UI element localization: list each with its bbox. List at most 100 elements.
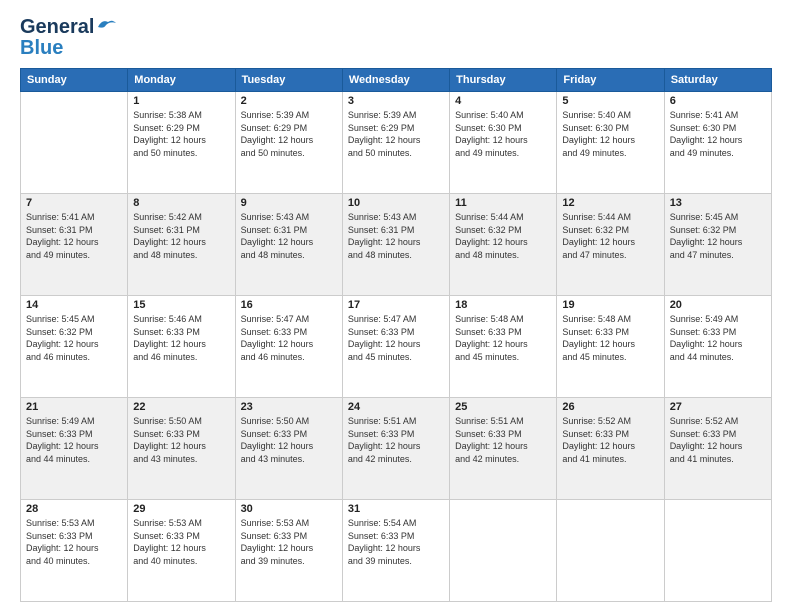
day-info: Sunrise: 5:41 AM Sunset: 6:30 PM Dayligh… — [670, 109, 766, 159]
day-number: 26 — [562, 401, 658, 413]
calendar-table: SundayMondayTuesdayWednesdayThursdayFrid… — [20, 68, 772, 602]
day-info: Sunrise: 5:53 AM Sunset: 6:33 PM Dayligh… — [241, 517, 337, 567]
calendar-cell: 24 Sunrise: 5:51 AM Sunset: 6:33 PM Dayli… — [342, 398, 449, 500]
day-info: Sunrise: 5:50 AM Sunset: 6:33 PM Dayligh… — [241, 415, 337, 465]
day-info: Sunrise: 5:49 AM Sunset: 6:33 PM Dayligh… — [670, 313, 766, 363]
calendar-week-row: 14 Sunrise: 5:45 AM Sunset: 6:32 PM Dayli… — [21, 296, 772, 398]
day-number: 11 — [455, 197, 551, 209]
calendar-cell: 29 Sunrise: 5:53 AM Sunset: 6:33 PM Dayli… — [128, 500, 235, 602]
day-number: 8 — [133, 197, 229, 209]
day-number: 5 — [562, 95, 658, 107]
day-number: 29 — [133, 503, 229, 515]
day-info: Sunrise: 5:38 AM Sunset: 6:29 PM Dayligh… — [133, 109, 229, 159]
day-number: 15 — [133, 299, 229, 311]
day-info: Sunrise: 5:42 AM Sunset: 6:31 PM Dayligh… — [133, 211, 229, 261]
calendar-cell: 3 Sunrise: 5:39 AM Sunset: 6:29 PM Daylig… — [342, 92, 449, 194]
calendar-cell: 16 Sunrise: 5:47 AM Sunset: 6:33 PM Dayli… — [235, 296, 342, 398]
day-info: Sunrise: 5:45 AM Sunset: 6:32 PM Dayligh… — [26, 313, 122, 363]
day-info: Sunrise: 5:48 AM Sunset: 6:33 PM Dayligh… — [455, 313, 551, 363]
weekday-header-friday: Friday — [557, 69, 664, 92]
day-info: Sunrise: 5:51 AM Sunset: 6:33 PM Dayligh… — [455, 415, 551, 465]
calendar-cell: 5Sunrise: 5:40 AM Sunset: 6:30 PM Daylig… — [557, 92, 664, 194]
calendar-cell: 18 Sunrise: 5:48 AM Sunset: 6:33 PM Dayli… — [450, 296, 557, 398]
logo-bird-icon — [96, 17, 118, 35]
day-info: Sunrise: 5:45 AM Sunset: 6:32 PM Dayligh… — [670, 211, 766, 261]
calendar-cell: 12Sunrise: 5:44 AM Sunset: 6:32 PM Dayli… — [557, 194, 664, 296]
day-number: 30 — [241, 503, 337, 515]
day-number: 24 — [348, 401, 444, 413]
day-number: 22 — [133, 401, 229, 413]
calendar-cell — [450, 500, 557, 602]
calendar-cell: 8 Sunrise: 5:42 AM Sunset: 6:31 PM Daylig… — [128, 194, 235, 296]
day-number: 16 — [241, 299, 337, 311]
day-info: Sunrise: 5:47 AM Sunset: 6:33 PM Dayligh… — [241, 313, 337, 363]
logo-blue: Blue — [20, 37, 63, 60]
weekday-header-row: SundayMondayTuesdayWednesdayThursdayFrid… — [21, 69, 772, 92]
day-info: Sunrise: 5:52 AM Sunset: 6:33 PM Dayligh… — [670, 415, 766, 465]
weekday-header-monday: Monday — [128, 69, 235, 92]
day-info: Sunrise: 5:39 AM Sunset: 6:29 PM Dayligh… — [348, 109, 444, 159]
page-header: General Blue — [20, 16, 772, 60]
day-info: Sunrise: 5:47 AM Sunset: 6:33 PM Dayligh… — [348, 313, 444, 363]
day-info: Sunrise: 5:43 AM Sunset: 6:31 PM Dayligh… — [348, 211, 444, 261]
day-number: 25 — [455, 401, 551, 413]
day-info: Sunrise: 5:54 AM Sunset: 6:33 PM Dayligh… — [348, 517, 444, 567]
calendar-cell: 23Sunrise: 5:50 AM Sunset: 6:33 PM Dayli… — [235, 398, 342, 500]
day-info: Sunrise: 5:49 AM Sunset: 6:33 PM Dayligh… — [26, 415, 122, 465]
weekday-header-thursday: Thursday — [450, 69, 557, 92]
day-number: 1 — [133, 95, 229, 107]
day-info: Sunrise: 5:48 AM Sunset: 6:33 PM Dayligh… — [562, 313, 658, 363]
day-number: 28 — [26, 503, 122, 515]
day-number: 10 — [348, 197, 444, 209]
day-number: 18 — [455, 299, 551, 311]
calendar-cell: 30 Sunrise: 5:53 AM Sunset: 6:33 PM Dayli… — [235, 500, 342, 602]
day-info: Sunrise: 5:46 AM Sunset: 6:33 PM Dayligh… — [133, 313, 229, 363]
day-number: 21 — [26, 401, 122, 413]
day-number: 31 — [348, 503, 444, 515]
calendar-cell: 13Sunrise: 5:45 AM Sunset: 6:32 PM Dayli… — [664, 194, 771, 296]
weekday-header-saturday: Saturday — [664, 69, 771, 92]
day-number: 4 — [455, 95, 551, 107]
calendar-week-row: 21 Sunrise: 5:49 AM Sunset: 6:33 PM Dayli… — [21, 398, 772, 500]
day-number: 19 — [562, 299, 658, 311]
day-number: 17 — [348, 299, 444, 311]
weekday-header-tuesday: Tuesday — [235, 69, 342, 92]
weekday-header-sunday: Sunday — [21, 69, 128, 92]
calendar-cell: 15 Sunrise: 5:46 AM Sunset: 6:33 PM Dayli… — [128, 296, 235, 398]
calendar-cell: 9 Sunrise: 5:43 AM Sunset: 6:31 PM Daylig… — [235, 194, 342, 296]
logo-general: General — [20, 16, 94, 39]
calendar-cell — [21, 92, 128, 194]
day-number: 20 — [670, 299, 766, 311]
calendar-cell — [664, 500, 771, 602]
day-info: Sunrise: 5:39 AM Sunset: 6:29 PM Dayligh… — [241, 109, 337, 159]
calendar-week-row: 28 Sunrise: 5:53 AM Sunset: 6:33 PM Dayli… — [21, 500, 772, 602]
day-info: Sunrise: 5:40 AM Sunset: 6:30 PM Dayligh… — [455, 109, 551, 159]
calendar-cell: 7Sunrise: 5:41 AM Sunset: 6:31 PM Daylig… — [21, 194, 128, 296]
day-info: Sunrise: 5:41 AM Sunset: 6:31 PM Dayligh… — [26, 211, 122, 261]
calendar-cell: 11Sunrise: 5:44 AM Sunset: 6:32 PM Dayli… — [450, 194, 557, 296]
day-info: Sunrise: 5:51 AM Sunset: 6:33 PM Dayligh… — [348, 415, 444, 465]
day-info: Sunrise: 5:44 AM Sunset: 6:32 PM Dayligh… — [562, 211, 658, 261]
day-number: 14 — [26, 299, 122, 311]
day-number: 9 — [241, 197, 337, 209]
calendar-cell: 20 Sunrise: 5:49 AM Sunset: 6:33 PM Dayli… — [664, 296, 771, 398]
calendar-cell: 14 Sunrise: 5:45 AM Sunset: 6:32 PM Dayli… — [21, 296, 128, 398]
calendar-cell: 2 Sunrise: 5:39 AM Sunset: 6:29 PM Daylig… — [235, 92, 342, 194]
calendar-cell: 17 Sunrise: 5:47 AM Sunset: 6:33 PM Dayli… — [342, 296, 449, 398]
calendar-cell: 10 Sunrise: 5:43 AM Sunset: 6:31 PM Dayli… — [342, 194, 449, 296]
calendar-cell: 26Sunrise: 5:52 AM Sunset: 6:33 PM Dayli… — [557, 398, 664, 500]
calendar-cell: 19 Sunrise: 5:48 AM Sunset: 6:33 PM Dayli… — [557, 296, 664, 398]
day-number: 27 — [670, 401, 766, 413]
day-number: 2 — [241, 95, 337, 107]
calendar-cell: 6Sunrise: 5:41 AM Sunset: 6:30 PM Daylig… — [664, 92, 771, 194]
calendar-cell: 28Sunrise: 5:53 AM Sunset: 6:33 PM Dayli… — [21, 500, 128, 602]
day-number: 3 — [348, 95, 444, 107]
calendar-cell: 31 Sunrise: 5:54 AM Sunset: 6:33 PM Dayli… — [342, 500, 449, 602]
calendar-cell: 25 Sunrise: 5:51 AM Sunset: 6:33 PM Dayli… — [450, 398, 557, 500]
weekday-header-wednesday: Wednesday — [342, 69, 449, 92]
day-info: Sunrise: 5:43 AM Sunset: 6:31 PM Dayligh… — [241, 211, 337, 261]
day-info: Sunrise: 5:50 AM Sunset: 6:33 PM Dayligh… — [133, 415, 229, 465]
day-info: Sunrise: 5:53 AM Sunset: 6:33 PM Dayligh… — [133, 517, 229, 567]
calendar-week-row: 1 Sunrise: 5:38 AM Sunset: 6:29 PM Daylig… — [21, 92, 772, 194]
calendar-cell: 4 Sunrise: 5:40 AM Sunset: 6:30 PM Daylig… — [450, 92, 557, 194]
